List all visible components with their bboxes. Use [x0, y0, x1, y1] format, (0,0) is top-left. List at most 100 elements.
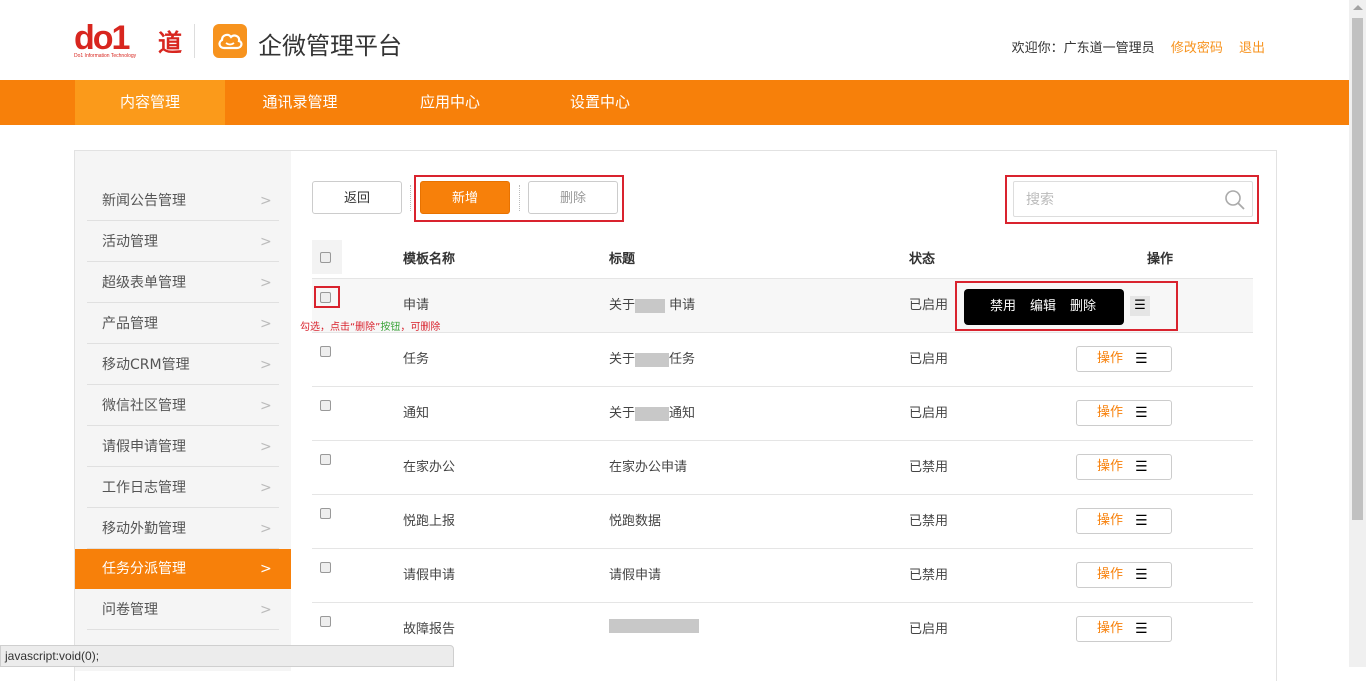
row-status: 已启用: [909, 406, 949, 421]
sidebar-item-label: 工作日志管理: [102, 480, 186, 496]
chevron-right-icon: >: [260, 439, 272, 455]
annotation-box-popup: [955, 281, 1178, 331]
operation-button[interactable]: 操作 ☰: [1076, 562, 1172, 588]
operation-button[interactable]: 操作 ☰: [1076, 346, 1172, 372]
browser-status-bar: javascript:void(0);: [0, 645, 454, 667]
scroll-up-icon[interactable]: [1353, 5, 1363, 10]
do1-logo[interactable]: do1 道 Do1 Information Technology: [74, 21, 182, 59]
column-header-status: 状态: [909, 252, 936, 267]
hamburger-icon: ☰: [1135, 351, 1148, 367]
main-nav: 内容管理 通讯录管理 应用中心 设置中心: [0, 80, 1349, 125]
redacted-text: [635, 406, 670, 421]
row-title: 关于 通知: [609, 406, 696, 421]
row-status: 已禁用: [909, 460, 949, 475]
row-status: 已禁用: [909, 568, 949, 583]
row-name: 在家办公: [403, 460, 456, 475]
chevron-right-icon: >: [260, 561, 272, 577]
chevron-right-icon: >: [260, 398, 272, 414]
sidebar-item-field[interactable]: 移动外勤管理 >: [75, 509, 291, 549]
logo-divider: [194, 24, 195, 58]
sidebar-item-survey[interactable]: 问卷管理 >: [75, 590, 291, 630]
row-status: 已启用: [909, 298, 949, 313]
nav-item-content[interactable]: 内容管理: [75, 80, 225, 125]
hamburger-icon: ☰: [1135, 513, 1148, 529]
user-area: 欢迎你：广东道一管理员 修改密码 退出: [1000, 37, 1265, 56]
hamburger-icon: ☰: [1135, 621, 1148, 637]
logo-char: 道: [158, 29, 182, 57]
annotation-box-checkbox: [314, 286, 340, 308]
sidebar-item-leave[interactable]: 请假申请管理 >: [75, 427, 291, 467]
row-checkbox[interactable]: [320, 454, 331, 465]
nav-item-apps[interactable]: 应用中心: [375, 80, 525, 125]
sidebar-item-label: 请假申请管理: [102, 439, 186, 455]
sidebar-item-community[interactable]: 微信社区管理 >: [75, 386, 291, 426]
row-title: 请假申请: [609, 568, 662, 583]
logo-subtitle: Do1 Information Technology: [74, 53, 137, 59]
sidebar-item-label: 超级表单管理: [102, 275, 186, 291]
back-button[interactable]: 返回: [312, 181, 402, 214]
sidebar-item-news[interactable]: 新闻公告管理 >: [75, 181, 291, 221]
row-title: 关于 任务: [609, 352, 696, 367]
chevron-right-icon: >: [260, 357, 272, 373]
sidebar-item-label: 任务分派管理: [102, 561, 186, 577]
row-title: 在家办公申请: [609, 460, 688, 475]
row-status: 已启用: [909, 352, 949, 367]
operation-button[interactable]: 操作 ☰: [1076, 508, 1172, 534]
sidebar-item-label: 新闻公告管理: [102, 193, 186, 209]
sidebar-item-tasks[interactable]: 任务分派管理 >: [75, 549, 291, 589]
sidebar-item-label: 活动管理: [102, 234, 158, 250]
toolbar-divider: [410, 185, 411, 211]
row-checkbox[interactable]: [320, 508, 331, 519]
row-name: 故障报告: [403, 622, 456, 637]
chevron-right-icon: >: [260, 275, 272, 291]
operation-button[interactable]: 操作 ☰: [1076, 616, 1172, 642]
sidebar-item-label: 移动外勤管理: [102, 521, 186, 537]
annotation-box-search: [1005, 175, 1259, 224]
cloud-icon: [213, 24, 247, 58]
row-title: 关于 申请: [609, 298, 696, 313]
header: do1 道 Do1 Information Technology 企微管理平台 …: [0, 0, 1366, 80]
row-title: 悦跑数据: [609, 514, 662, 529]
chevron-right-icon: >: [260, 193, 272, 209]
sidebar: 新闻公告管理 > 活动管理 > 超级表单管理 > 产品管理 > 移动CRM管理 > 微信社…: [75, 151, 291, 671]
nav-item-settings[interactable]: 设置中心: [525, 80, 675, 125]
annotation-hint: 勾选，点击“删除”按钮，可删除: [300, 322, 441, 333]
redacted-text: [635, 352, 670, 367]
sidebar-item-label: 产品管理: [102, 316, 158, 332]
nav-item-contacts[interactable]: 通讯录管理: [225, 80, 375, 125]
row-checkbox[interactable]: [320, 562, 331, 573]
chevron-right-icon: >: [260, 602, 272, 618]
app-title: 企微管理平台: [258, 32, 402, 60]
change-password-link[interactable]: 修改密码: [1171, 41, 1223, 56]
hamburger-icon: ☰: [1135, 459, 1148, 475]
row-name: 请假申请: [403, 568, 456, 583]
row-name: 任务: [403, 352, 430, 367]
operation-button[interactable]: 操作 ☰: [1076, 454, 1172, 480]
column-header-name: 模板名称: [403, 252, 456, 267]
operation-button[interactable]: 操作 ☰: [1076, 400, 1172, 426]
sidebar-item-products[interactable]: 产品管理 >: [75, 304, 291, 344]
chevron-right-icon: >: [260, 316, 272, 332]
redacted-text: [635, 298, 666, 313]
row-checkbox[interactable]: [320, 400, 331, 411]
logout-link[interactable]: 退出: [1239, 41, 1265, 56]
scrollbar-thumb[interactable]: [1352, 18, 1363, 520]
sidebar-item-label: 微信社区管理: [102, 398, 186, 414]
redacted-text: [609, 618, 699, 633]
select-all-checkbox[interactable]: [320, 252, 331, 263]
row-name: 悦跑上报: [403, 514, 456, 529]
sidebar-item-activity[interactable]: 活动管理 >: [75, 222, 291, 262]
row-status: 已禁用: [909, 514, 949, 529]
row-title: [609, 618, 699, 633]
hamburger-icon: ☰: [1135, 567, 1148, 583]
row-name: 申请: [403, 298, 430, 313]
sidebar-item-crm[interactable]: 移动CRM管理 >: [75, 345, 291, 385]
row-checkbox[interactable]: [320, 616, 331, 627]
annotation-box-buttons: [414, 175, 624, 222]
sidebar-item-forms[interactable]: 超级表单管理 >: [75, 263, 291, 303]
sidebar-item-worklog[interactable]: 工作日志管理 >: [75, 468, 291, 508]
row-checkbox[interactable]: [320, 346, 331, 357]
hamburger-icon: ☰: [1135, 405, 1148, 421]
sidebar-item-label: 问卷管理: [102, 602, 158, 618]
welcome-text: 欢迎你：广东道一管理员: [1011, 41, 1155, 56]
